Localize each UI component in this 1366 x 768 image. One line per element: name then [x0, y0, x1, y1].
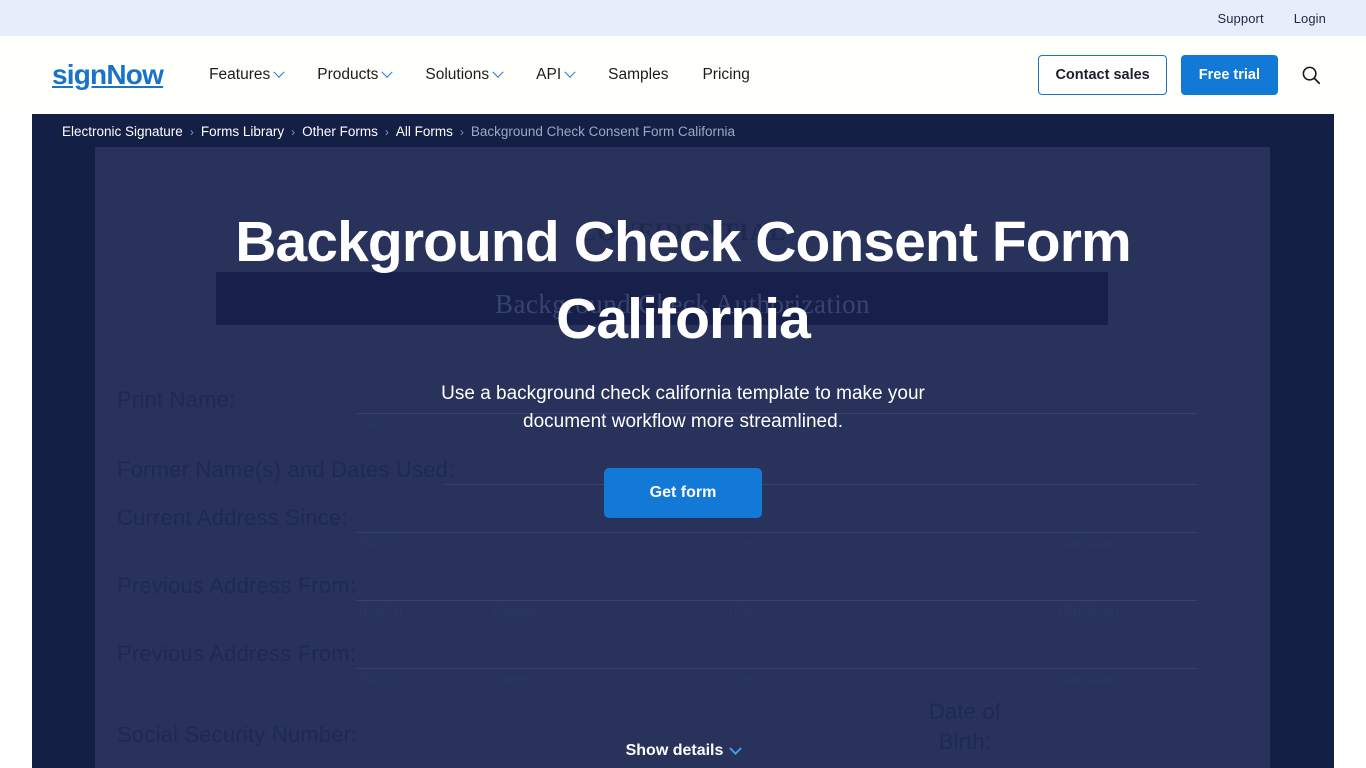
doc-sublabel-moyr: (Mo/Yr): [359, 603, 403, 618]
doc-sublabel-zipstate: (Zip/State): [1058, 535, 1119, 550]
breadcrumb-item-current: Background Check Consent Form California: [470, 124, 735, 139]
get-form-button[interactable]: Get form: [603, 468, 763, 519]
breadcrumb: Electronic Signature › Forms Library › O…: [62, 124, 735, 139]
nav-label-solutions: Solutions: [425, 66, 490, 83]
nav-label-samples: Samples: [608, 66, 669, 83]
search-icon: [1302, 66, 1321, 85]
doc-rule: [357, 600, 1197, 601]
chevron-down-icon: [564, 66, 576, 78]
doc-sublabel-street: (Street): [493, 603, 537, 618]
header-actions: Contact sales Free trial: [1038, 55, 1326, 95]
hero-section: Electronic Signature › Forms Library › O…: [32, 114, 1334, 768]
doc-rule: [357, 532, 1197, 533]
show-details-label: Show details: [625, 742, 724, 759]
hero-section-wrapper: Electronic Signature › Forms Library › O…: [0, 114, 1366, 768]
breadcrumb-item-other-forms[interactable]: Other Forms: [302, 124, 378, 139]
hero-subtitle: Use a background check california templa…: [441, 382, 925, 432]
doc-sublabel-street: (Street): [493, 671, 537, 686]
nav-label-api: API: [536, 66, 562, 83]
page-title: Background Check Consent Form California: [235, 210, 1131, 351]
show-details-toggle[interactable]: Show details: [32, 741, 1334, 760]
hero-content: Background Check Consent Form California…: [32, 114, 1334, 519]
support-link[interactable]: Support: [1217, 11, 1263, 26]
contact-sales-button[interactable]: Contact sales: [1038, 55, 1167, 95]
signnow-logo[interactable]: signNow: [52, 61, 164, 89]
breadcrumb-item-all-forms[interactable]: All Forms: [396, 124, 453, 139]
breadcrumb-item-forms-library[interactable]: Forms Library: [201, 124, 284, 139]
nav-item-solutions[interactable]: Solutions: [425, 66, 504, 84]
chevron-down-icon: [381, 66, 394, 78]
login-link[interactable]: Login: [1294, 11, 1326, 26]
chevron-down-icon: [492, 66, 504, 78]
breadcrumb-item-electronic-signature[interactable]: Electronic Signature: [62, 124, 183, 139]
nav-item-features[interactable]: Features: [209, 66, 285, 84]
doc-sublabel-city: (City): [729, 671, 761, 686]
doc-field-previous-address-1: Previous Address From:: [117, 573, 357, 598]
nav-item-samples[interactable]: Samples: [608, 66, 668, 84]
doc-sublabel-zipstate: (Zip/State): [1058, 671, 1119, 686]
doc-rule: [357, 668, 1197, 669]
doc-sublabel-city: (City): [729, 603, 761, 618]
breadcrumb-separator: ›: [384, 124, 389, 139]
nav-item-products[interactable]: Products: [317, 66, 394, 84]
doc-sublabel-zipstate: (Zip/State): [1058, 603, 1119, 618]
nav-label-pricing: Pricing: [702, 66, 750, 83]
doc-sublabel-city: (City): [729, 535, 761, 550]
nav-item-api[interactable]: API: [536, 66, 576, 84]
breadcrumb-separator: ›: [189, 124, 194, 139]
utility-bar: Support Login: [0, 0, 1366, 36]
breadcrumb-separator: ›: [291, 124, 296, 139]
chevron-down-icon: [729, 741, 743, 755]
nav-label-products: Products: [317, 66, 379, 83]
search-button[interactable]: [1296, 60, 1326, 90]
doc-sublabel-moyr: (Mo/Yr): [359, 535, 403, 550]
breadcrumb-separator: ›: [459, 124, 464, 139]
doc-sublabel-moyr: (Mo/Yr): [359, 671, 403, 686]
chevron-down-icon: [273, 66, 285, 78]
nav-label-features: Features: [209, 66, 271, 83]
doc-field-previous-address-2: Previous Address From:: [117, 641, 357, 666]
site-header: signNow Features Products Solutions API …: [0, 36, 1366, 114]
nav-item-pricing[interactable]: Pricing: [702, 66, 749, 84]
main-navigation: Features Products Solutions API Samples …: [209, 66, 1038, 84]
free-trial-button[interactable]: Free trial: [1180, 55, 1278, 95]
